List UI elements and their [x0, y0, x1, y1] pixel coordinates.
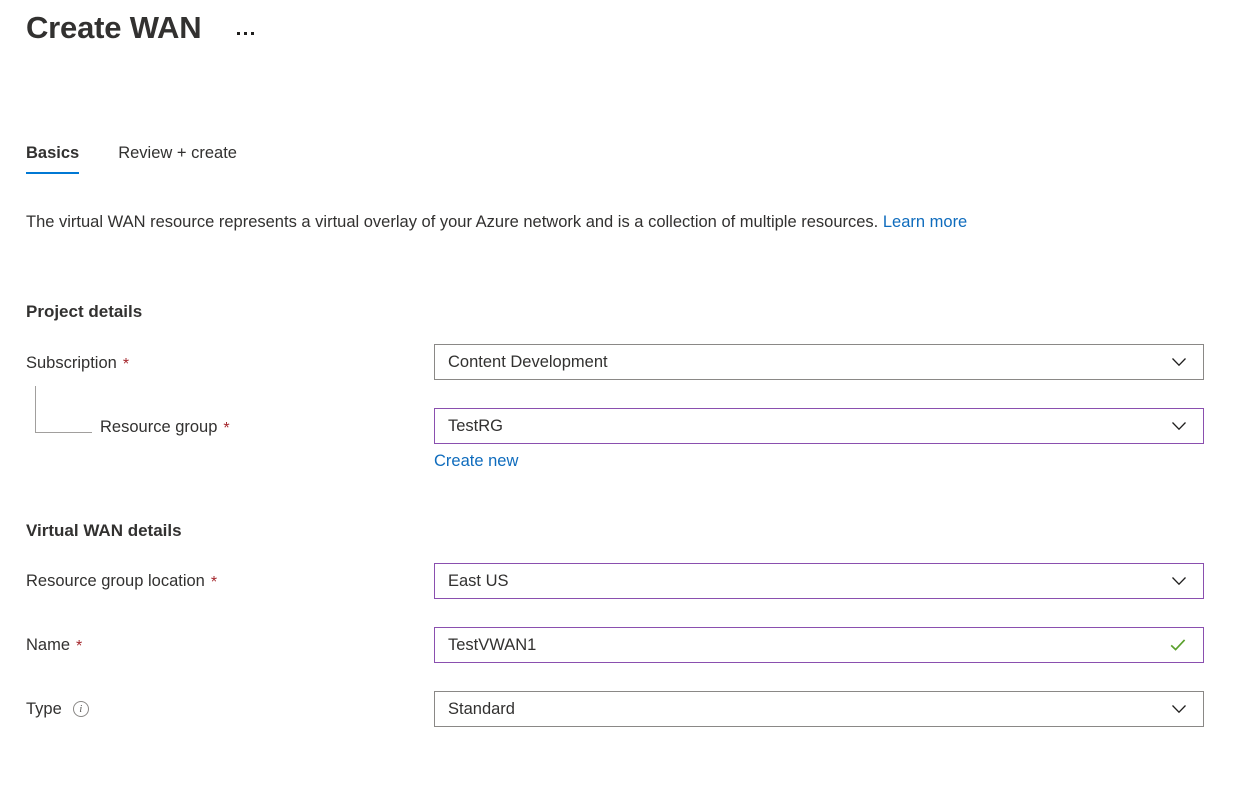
resource-group-value: TestRG [448, 417, 504, 435]
create-new-resource-group-link[interactable]: Create new [434, 450, 518, 472]
page-title: Create WAN [26, 10, 202, 45]
required-indicator: * [122, 356, 130, 373]
tab-review-create[interactable]: Review + create [118, 142, 237, 174]
type-value: Standard [448, 700, 515, 718]
chevron-down-icon [1171, 573, 1187, 589]
required-indicator: * [76, 638, 83, 655]
tab-basics[interactable]: Basics [26, 142, 80, 174]
type-dropdown[interactable]: Standard [434, 691, 1204, 727]
resource-group-location-dropdown[interactable]: East US [434, 563, 1204, 599]
chevron-down-icon [1171, 418, 1187, 434]
resource-group-location-value: East US [448, 572, 509, 590]
ellipsis-dot-2 [244, 32, 248, 35]
label-type-text: Type [26, 700, 62, 718]
ellipsis-dot-1 [237, 32, 241, 35]
required-indicator: * [210, 574, 218, 591]
resource-group-dropdown[interactable]: TestRG [434, 408, 1204, 444]
label-name-text: Name [26, 636, 71, 654]
subscription-dropdown[interactable]: Content Development [434, 344, 1204, 380]
name-value: TestVWAN1 [448, 636, 537, 654]
section-heading-project-details: Project details [26, 302, 143, 321]
tree-connector-line [35, 386, 92, 433]
label-resource-group-text: Resource group [100, 418, 218, 436]
label-resource-group-location: Resource group location * [26, 570, 217, 592]
label-type: Type i [26, 698, 89, 720]
label-resource-group: Resource group * [100, 416, 230, 438]
tab-list: Basics Review + create [26, 142, 276, 174]
info-icon[interactable]: i [72, 701, 89, 717]
page-header: Create WAN [26, 8, 255, 48]
subscription-value: Content Development [448, 353, 608, 371]
valid-check-icon [1169, 636, 1187, 654]
form-description: The virtual WAN resource represents a vi… [26, 208, 1191, 236]
label-resource-group-location-text: Resource group location [26, 572, 205, 590]
ellipsis-dot-3 [251, 32, 255, 35]
label-subscription: Subscription * [26, 352, 129, 374]
required-indicator: * [223, 420, 230, 437]
chevron-down-icon [1171, 701, 1187, 717]
more-options-icon[interactable] [237, 8, 255, 48]
label-name: Name * [26, 634, 82, 656]
learn-more-link[interactable]: Learn more [883, 213, 967, 231]
chevron-down-icon [1171, 354, 1187, 370]
label-subscription-text: Subscription [26, 354, 117, 372]
section-heading-virtual-wan-details: Virtual WAN details [26, 521, 182, 540]
description-text: The virtual WAN resource represents a vi… [26, 213, 879, 231]
name-input[interactable]: TestVWAN1 [434, 627, 1204, 663]
